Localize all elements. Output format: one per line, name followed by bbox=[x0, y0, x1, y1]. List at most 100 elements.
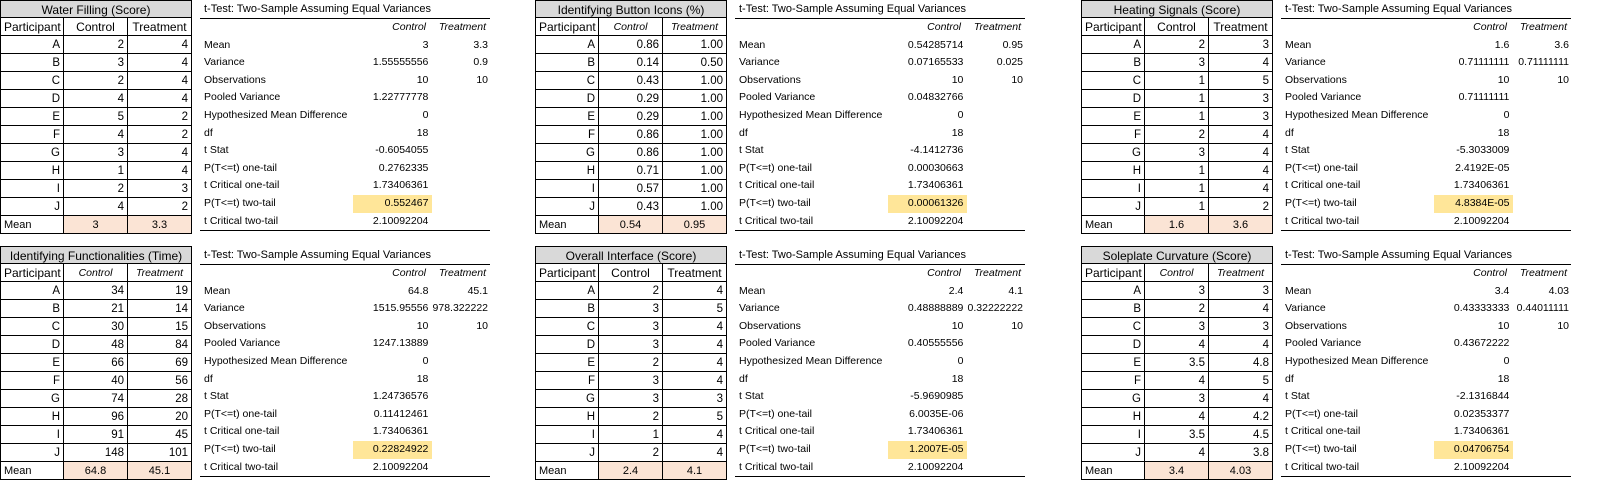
stat-control[interactable]: 10 bbox=[353, 318, 432, 336]
stat-treatment[interactable] bbox=[1513, 353, 1571, 371]
stat-control[interactable]: 10 bbox=[353, 72, 432, 90]
cell-participant[interactable]: H bbox=[0, 162, 64, 180]
cell-treatment[interactable]: 4 bbox=[1209, 162, 1273, 180]
cell-control[interactable]: 5 bbox=[64, 108, 128, 126]
stat-treatment[interactable] bbox=[432, 195, 490, 213]
cell-participant[interactable]: H bbox=[1081, 162, 1145, 180]
cell-control[interactable]: 4 bbox=[1145, 336, 1209, 354]
stat-treatment[interactable] bbox=[967, 213, 1025, 231]
cell-participant[interactable]: F bbox=[1081, 372, 1145, 390]
cell-participant[interactable]: A bbox=[0, 282, 64, 300]
stat-treatment[interactable] bbox=[967, 353, 1025, 371]
mean-treatment[interactable]: 4.03 bbox=[1209, 462, 1273, 480]
stat-treatment[interactable]: 0.32222222 bbox=[967, 300, 1025, 318]
stat-treatment[interactable] bbox=[432, 160, 490, 178]
cell-treatment[interactable]: 2 bbox=[1209, 198, 1273, 216]
stat-treatment[interactable] bbox=[432, 89, 490, 107]
cell-control[interactable]: 2 bbox=[64, 180, 128, 198]
stat-treatment[interactable]: 0.71111111 bbox=[1513, 54, 1571, 72]
stat-control[interactable]: 2.10092204 bbox=[353, 213, 432, 231]
cell-participant[interactable]: J bbox=[1081, 198, 1145, 216]
mean-treatment[interactable]: 3.3 bbox=[128, 216, 192, 234]
stat-treatment[interactable] bbox=[1513, 142, 1571, 160]
cell-participant[interactable]: C bbox=[0, 72, 64, 90]
cell-participant[interactable]: F bbox=[1081, 126, 1145, 144]
cell-participant[interactable]: D bbox=[0, 336, 64, 354]
cell-control[interactable]: 1 bbox=[599, 426, 663, 444]
stat-control[interactable]: 1.73406361 bbox=[888, 177, 967, 195]
cell-control[interactable]: 1 bbox=[1145, 162, 1209, 180]
cell-participant[interactable]: C bbox=[535, 72, 599, 90]
cell-treatment[interactable]: 4 bbox=[663, 354, 727, 372]
stat-control[interactable]: -5.3033009 bbox=[1434, 142, 1513, 160]
stat-treatment[interactable] bbox=[967, 459, 1025, 477]
stat-control[interactable]: 1.73406361 bbox=[353, 423, 432, 441]
stat-control[interactable]: 0.40555556 bbox=[888, 335, 967, 353]
cell-control[interactable]: 1 bbox=[1145, 180, 1209, 198]
cell-control[interactable]: 91 bbox=[64, 426, 128, 444]
stat-treatment[interactable] bbox=[967, 371, 1025, 389]
stat-treatment[interactable] bbox=[432, 406, 490, 424]
cell-participant[interactable]: A bbox=[0, 36, 64, 54]
stat-treatment[interactable]: 0.9 bbox=[432, 54, 490, 72]
stat-treatment[interactable] bbox=[967, 195, 1025, 213]
stat-control[interactable]: 18 bbox=[1434, 371, 1513, 389]
stat-control[interactable]: 18 bbox=[353, 371, 432, 389]
cell-control[interactable]: 1 bbox=[1145, 198, 1209, 216]
stat-control[interactable]: 2.10092204 bbox=[353, 459, 432, 477]
cell-participant[interactable]: F bbox=[0, 372, 64, 390]
cell-participant[interactable]: B bbox=[1081, 300, 1145, 318]
stat-treatment[interactable] bbox=[967, 388, 1025, 406]
cell-participant[interactable]: B bbox=[535, 54, 599, 72]
cell-treatment[interactable]: 15 bbox=[128, 318, 192, 336]
stat-treatment[interactable]: 4.1 bbox=[967, 283, 1025, 301]
stat-treatment[interactable] bbox=[967, 142, 1025, 160]
stat-control[interactable]: 10 bbox=[888, 72, 967, 90]
stat-control[interactable]: 0.2762335 bbox=[353, 160, 432, 178]
cell-participant[interactable]: E bbox=[1081, 108, 1145, 126]
cell-control[interactable]: 2 bbox=[599, 408, 663, 426]
stat-control[interactable]: 10 bbox=[1434, 72, 1513, 90]
cell-treatment[interactable]: 4 bbox=[663, 336, 727, 354]
stat-control[interactable]: 6.0035E-06 bbox=[888, 406, 967, 424]
stat-treatment[interactable]: 10 bbox=[1513, 318, 1571, 336]
stat-control[interactable]: 2.10092204 bbox=[888, 459, 967, 477]
cell-participant[interactable]: G bbox=[0, 144, 64, 162]
stat-control[interactable]: -5.9690985 bbox=[888, 388, 967, 406]
stat-treatment[interactable]: 0.95 bbox=[967, 37, 1025, 55]
cell-control[interactable]: 4 bbox=[1145, 372, 1209, 390]
cell-participant[interactable]: I bbox=[535, 426, 599, 444]
cell-treatment[interactable]: 3 bbox=[128, 180, 192, 198]
cell-control[interactable]: 1 bbox=[1145, 108, 1209, 126]
p-value-two-tail[interactable]: 0.00061326 bbox=[887, 194, 968, 213]
cell-control[interactable]: 3 bbox=[599, 390, 663, 408]
stat-treatment[interactable] bbox=[1513, 89, 1571, 107]
cell-control[interactable]: 3 bbox=[599, 318, 663, 336]
cell-control[interactable]: 4 bbox=[64, 126, 128, 144]
stat-treatment[interactable] bbox=[967, 406, 1025, 424]
cell-treatment[interactable]: 4 bbox=[1209, 336, 1273, 354]
stat-control[interactable]: 0 bbox=[1434, 353, 1513, 371]
stat-treatment[interactable]: 4.03 bbox=[1513, 283, 1571, 301]
cell-participant[interactable]: D bbox=[1081, 336, 1145, 354]
cell-control[interactable]: 3 bbox=[64, 144, 128, 162]
cell-participant[interactable]: F bbox=[535, 126, 599, 144]
cell-treatment[interactable]: 1.00 bbox=[663, 72, 727, 90]
cell-treatment[interactable]: 4.5 bbox=[1209, 426, 1273, 444]
cell-participant[interactable]: E bbox=[535, 354, 599, 372]
cell-participant[interactable]: A bbox=[535, 282, 599, 300]
cell-treatment[interactable]: 4 bbox=[663, 282, 727, 300]
cell-treatment[interactable]: 56 bbox=[128, 372, 192, 390]
cell-participant[interactable]: D bbox=[0, 90, 64, 108]
mean-control[interactable]: 64.8 bbox=[64, 462, 128, 480]
stat-control[interactable]: 18 bbox=[1434, 125, 1513, 143]
stat-treatment[interactable] bbox=[1513, 160, 1571, 178]
cell-control[interactable]: 0.43 bbox=[599, 198, 663, 216]
stat-treatment[interactable] bbox=[1513, 371, 1571, 389]
cell-participant[interactable]: E bbox=[0, 108, 64, 126]
cell-control[interactable]: 4 bbox=[1145, 408, 1209, 426]
mean-treatment[interactable]: 4.1 bbox=[663, 462, 727, 480]
cell-participant[interactable]: I bbox=[0, 426, 64, 444]
stat-treatment[interactable] bbox=[432, 142, 490, 160]
cell-control[interactable]: 3.5 bbox=[1145, 354, 1209, 372]
